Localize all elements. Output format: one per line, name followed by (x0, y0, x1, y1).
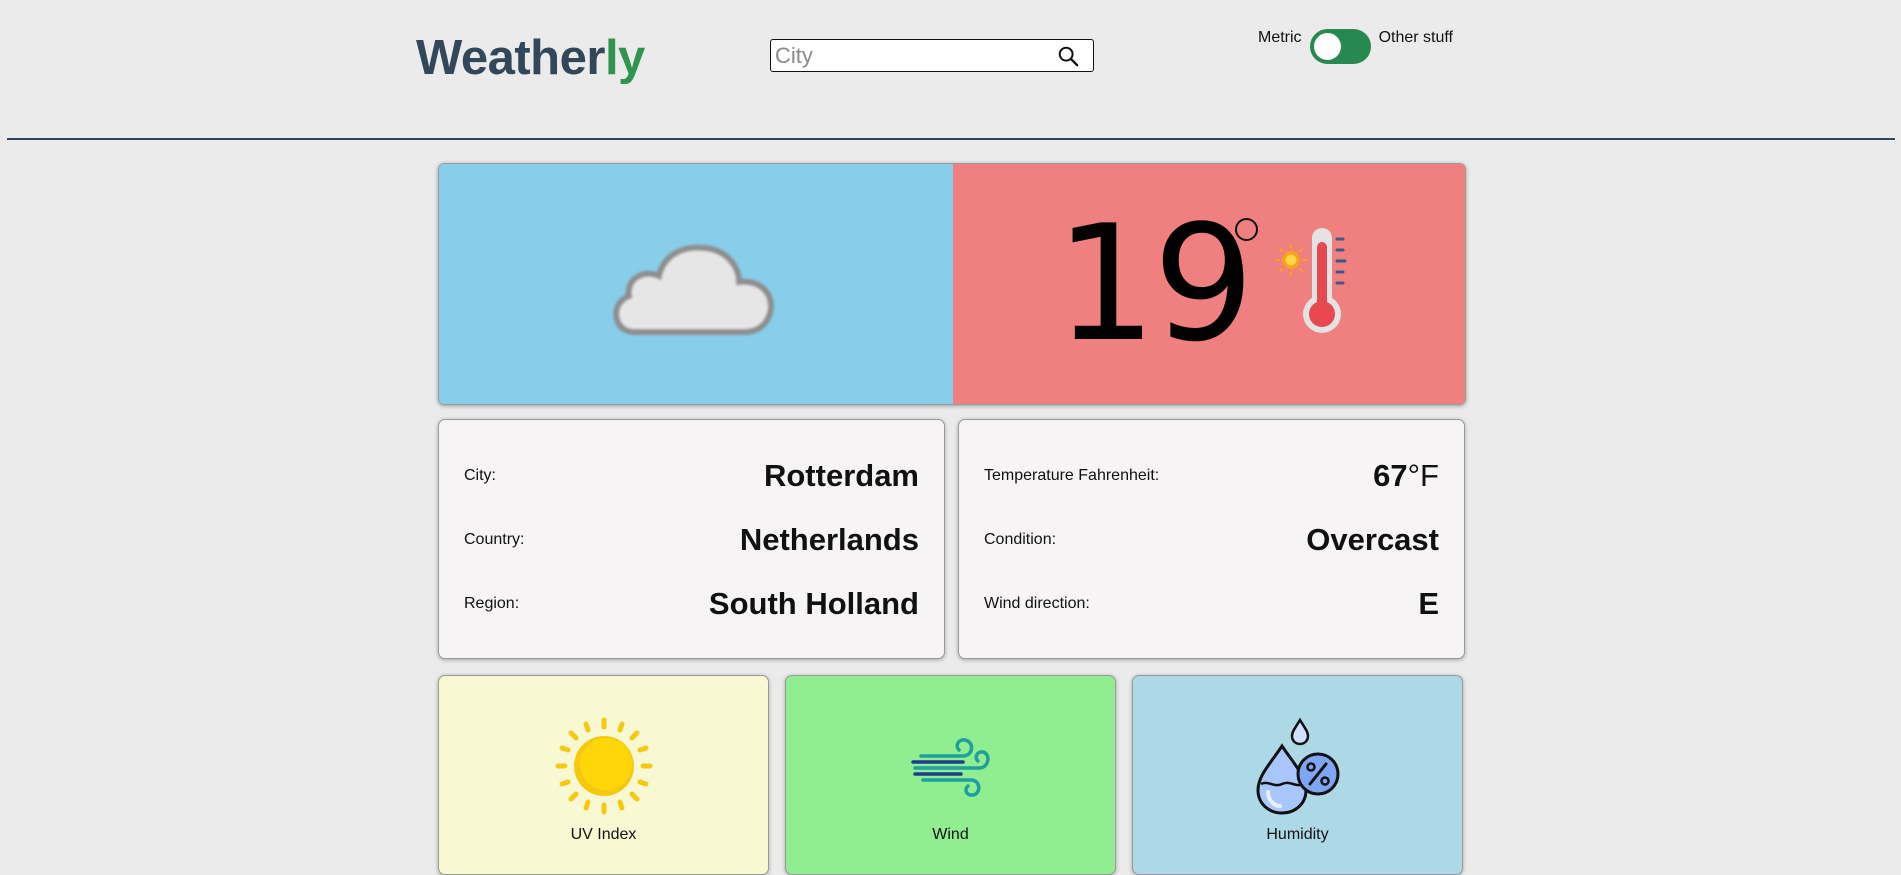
condition-label: Condition: (984, 531, 1057, 548)
region-row: Region: South Holland (464, 584, 919, 624)
other-stuff-label: Other stuff (1378, 29, 1453, 46)
unit-switch: Metric Other stuff (1258, 28, 1453, 64)
hero-panel: 19 (438, 163, 1466, 405)
toggle-knob (1313, 33, 1341, 60)
fahrenheit-value-wrap: 67°F (1373, 458, 1439, 494)
brand-logo: Weatherly (416, 28, 645, 88)
search-icon[interactable] (1057, 45, 1079, 67)
country-value: Netherlands (739, 522, 919, 557)
country-row: Country: Netherlands (464, 520, 919, 560)
city-row: City: Rotterdam (464, 456, 919, 496)
temperature-panel: 19 (953, 164, 1465, 404)
sun-icon (555, 717, 652, 815)
fahrenheit-label: Temperature Fahrenheit: (984, 467, 1160, 484)
unit-toggle[interactable] (1309, 29, 1371, 64)
condition-row: Condition: Overcast (984, 520, 1439, 560)
humidity-tile[interactable]: Humidity (1132, 675, 1463, 875)
wind-icon (910, 738, 990, 797)
wind-tile[interactable]: Wind (785, 675, 1116, 875)
uv-index-label: UV Index (570, 826, 637, 843)
condition-panel (439, 164, 953, 404)
condition-value: Overcast (1306, 522, 1439, 557)
fahrenheit-row: Temperature Fahrenheit: 67°F (984, 456, 1439, 496)
wind-direction-value: E (1418, 586, 1439, 621)
country-label: Country: (464, 531, 525, 548)
temperature-value: 19 (1055, 190, 1255, 377)
wind-direction-row: Wind direction: E (984, 584, 1439, 624)
metric-label: Metric (1258, 29, 1302, 46)
search-box (770, 39, 1094, 72)
conditions-card: Temperature Fahrenheit: 67°F Condition: … (958, 419, 1465, 659)
fahrenheit-value: 67 (1373, 458, 1408, 493)
fahrenheit-unit: °F (1407, 458, 1439, 493)
region-label: Region: (464, 595, 520, 612)
wind-label: Wind (932, 826, 969, 843)
humidity-icon (1255, 717, 1339, 815)
location-card: City: Rotterdam Country: Netherlands Reg… (438, 419, 945, 659)
thermometer-sun-icon (1275, 228, 1347, 333)
brand-part-1: Weather (416, 31, 605, 85)
city-search-input[interactable] (775, 42, 1045, 69)
wind-direction-label: Wind direction: (984, 595, 1090, 612)
region-value: South Holland (708, 586, 919, 621)
city-label: City: (464, 467, 496, 484)
city-value: Rotterdam (763, 458, 919, 493)
uv-index-tile[interactable]: UV Index (438, 675, 769, 875)
degree-symbol (1235, 218, 1258, 241)
humidity-label: Humidity (1266, 826, 1329, 843)
brand-part-2: ly (604, 31, 645, 85)
header-divider (7, 138, 1895, 140)
cloud-icon (613, 244, 774, 335)
